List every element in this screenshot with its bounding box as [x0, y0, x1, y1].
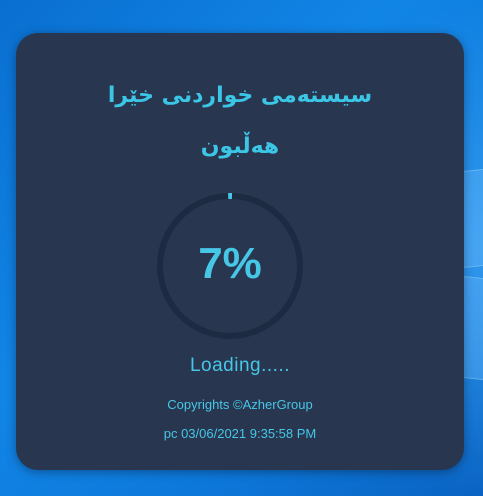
progress-ring: 7% [155, 191, 305, 341]
progress-percent: 7% [198, 239, 262, 288]
loading-label: Loading..... [189, 355, 291, 376]
splash-window: سیستەمی خواردنی خێرا هەڵبون 7% Loading..… [16, 33, 464, 470]
app-title-line1: سیستەمی خواردنی خێرا [107, 83, 373, 108]
app-title-line2: هەڵبون [200, 134, 280, 159]
copyright-text: Copyrights ©AzherGroup [167, 397, 313, 412]
datetime-text: pc 03/06/2021 9:35:58 PM [163, 426, 317, 441]
